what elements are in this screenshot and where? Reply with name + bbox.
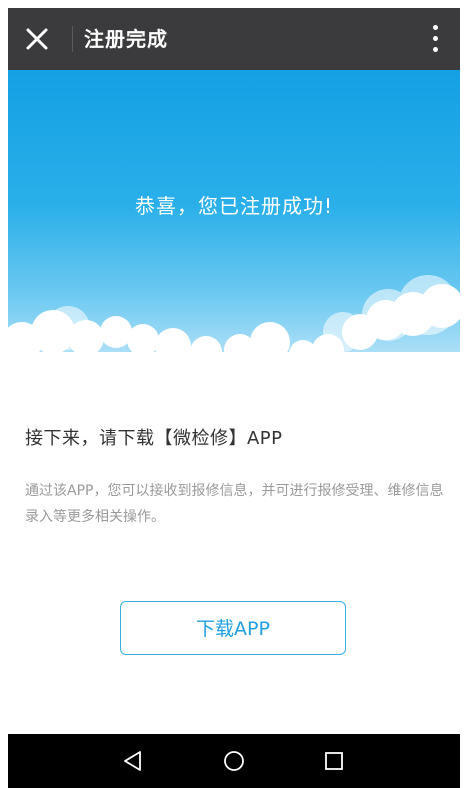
title-divider <box>72 26 73 52</box>
home-button[interactable] <box>214 744 254 778</box>
more-vertical-icon <box>433 25 438 30</box>
clouds-illustration <box>8 275 460 370</box>
next-step-heading: 接下来，请下载【微检修】APP <box>25 428 283 449</box>
home-circle-icon <box>224 751 244 771</box>
close-icon <box>26 28 48 50</box>
success-message: 恭喜，您已注册成功! <box>134 194 334 218</box>
recents-square-icon <box>325 752 343 770</box>
recents-button[interactable] <box>314 744 354 778</box>
close-button[interactable] <box>20 22 54 56</box>
back-triangle-icon <box>124 751 141 771</box>
success-banner: 恭喜，您已注册成功! <box>8 70 460 370</box>
back-button[interactable] <box>113 744 153 778</box>
page-title: 注册完成 <box>84 27 168 51</box>
title-bar: 注册完成 <box>8 8 460 70</box>
app-description: 通过该APP，您可以接收到报修信息，并可进行报修受理、维修信息录入等更多相关操作… <box>25 483 444 525</box>
download-app-button[interactable]: 下载APP <box>120 601 346 655</box>
top-frame <box>0 0 467 8</box>
more-options-button[interactable] <box>420 21 450 57</box>
android-navigation-bar <box>8 734 460 788</box>
